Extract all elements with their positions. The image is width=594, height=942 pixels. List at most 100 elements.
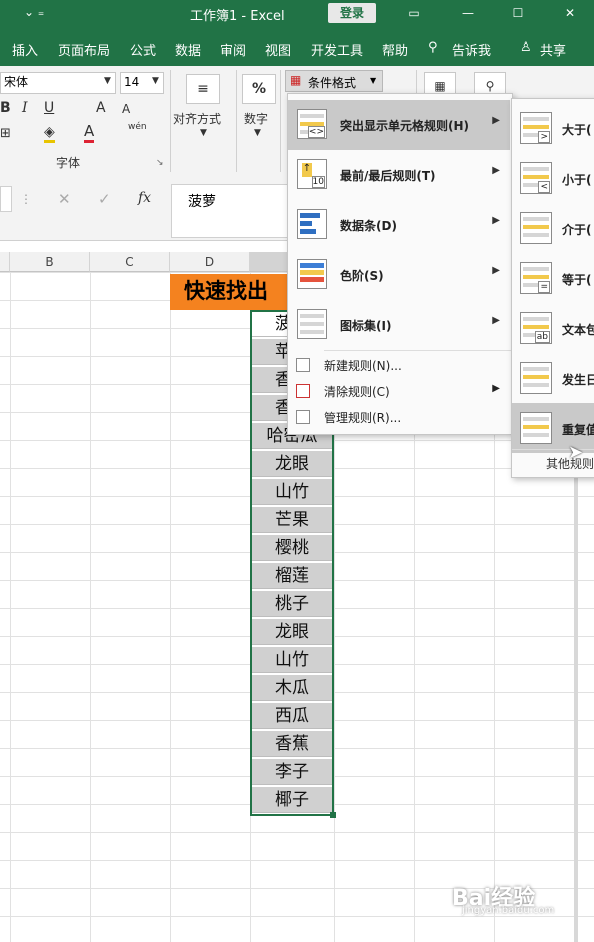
- column-header-a[interactable]: [0, 252, 10, 272]
- underline-button[interactable]: U: [44, 100, 54, 116]
- rule-icon: [520, 412, 552, 444]
- window-title: 工作簿1 - Excel: [190, 9, 285, 24]
- formula-value: 菠萝: [188, 194, 216, 210]
- chevron-right-icon: ▶: [492, 115, 500, 126]
- conditional-format-button[interactable]: ▦ 条件格式 ▼: [285, 70, 383, 92]
- ribbon-display-options-icon[interactable]: ▭: [402, 4, 426, 22]
- watermark-url: jingyan.baidu.com: [462, 905, 555, 916]
- cancel-icon[interactable]: ✕: [58, 190, 71, 208]
- menu-item-label: 新建规则(N)...: [324, 359, 402, 373]
- rule-symbol: =: [538, 281, 550, 293]
- restore-button[interactable]: ☐: [506, 4, 530, 22]
- rule-icon: <: [520, 162, 552, 194]
- tab-data[interactable]: 数据: [175, 40, 201, 59]
- chevron-down-icon[interactable]: ▼: [200, 128, 207, 138]
- new-rule-icon: [296, 358, 310, 372]
- search-icon[interactable]: ⚲: [428, 40, 438, 55]
- chevron-down-icon[interactable]: ▼: [254, 128, 261, 138]
- align-icon[interactable]: ≡: [186, 74, 220, 104]
- login-button[interactable]: 登录: [328, 3, 376, 23]
- dialog-launcher-icon[interactable]: ↘: [156, 158, 164, 168]
- minimize-button[interactable]: —: [456, 4, 480, 22]
- submenu-item[interactable]: < 小于(: [512, 153, 594, 203]
- fruit-cell[interactable]: 桃子: [251, 591, 333, 617]
- submenu-item[interactable]: > 大于(: [512, 103, 594, 153]
- menu-item-label: 清除规则(C): [324, 385, 390, 399]
- column-header-b[interactable]: B: [10, 252, 90, 272]
- fruit-cell[interactable]: 香蕉: [251, 731, 333, 757]
- highlight-rules-submenu: >大于(<小于(介于(=等于(ab文本包发生日重复值 其他规则: [511, 98, 594, 478]
- chevron-down-icon: ▼: [370, 76, 377, 85]
- font-name-select[interactable]: 宋体: [0, 72, 116, 94]
- menu-item-color-scales[interactable]: 色阶(S) ▶: [288, 250, 510, 300]
- increase-font-button[interactable]: A: [96, 100, 106, 116]
- close-button[interactable]: ✕: [558, 4, 582, 22]
- bold-button[interactable]: B: [0, 100, 11, 116]
- fruit-cell[interactable]: 龙眼: [251, 451, 333, 477]
- menu-item-top-bottom[interactable]: ↑ 10 最前/最后规则(T) ▶: [288, 150, 510, 200]
- rule-icon: ab: [520, 312, 552, 344]
- phonetic-icon[interactable]: wén: [128, 122, 147, 132]
- column-header-d[interactable]: D: [170, 252, 250, 272]
- font-group-label: 字体: [56, 156, 81, 170]
- submenu-item-label: 发生日: [562, 373, 594, 387]
- fruit-cell[interactable]: 李子: [251, 759, 333, 785]
- fruit-cell[interactable]: 椰子: [251, 787, 333, 813]
- tab-developer[interactable]: 开发工具: [311, 40, 363, 59]
- fruit-cell[interactable]: 榴莲: [251, 563, 333, 589]
- tell-me-box[interactable]: 告诉我: [452, 40, 491, 59]
- share-button[interactable]: 共享: [540, 40, 566, 59]
- font-color-icon[interactable]: A: [84, 122, 95, 143]
- column-header-c[interactable]: C: [90, 252, 170, 272]
- align-label[interactable]: 对齐方式: [173, 110, 221, 127]
- fruit-cell[interactable]: 樱桃: [251, 535, 333, 561]
- italic-button[interactable]: I: [22, 100, 28, 116]
- submenu-item[interactable]: 发生日: [512, 353, 594, 403]
- rule-symbol: <: [538, 181, 550, 193]
- tab-help[interactable]: 帮助: [382, 40, 408, 59]
- fill-color-icon[interactable]: ◈: [44, 124, 55, 143]
- tab-page-layout[interactable]: 页面布局: [58, 40, 110, 59]
- submenu-item[interactable]: = 等于(: [512, 253, 594, 303]
- menu-item-highlight-rules[interactable]: <> 突出显示单元格规则(H) ▶: [288, 100, 510, 150]
- decrease-font-button[interactable]: A: [122, 102, 130, 116]
- conditional-format-label: 条件格式: [308, 76, 357, 90]
- title-bar: ⌄ ₌ 工作簿1 - Excel 登录 ▭ — ☐ ✕: [0, 0, 594, 28]
- name-box[interactable]: [0, 186, 12, 212]
- rule-icon: [520, 362, 552, 394]
- clear-rules-icon: [296, 384, 310, 398]
- menu-item-new-rule[interactable]: 新建规则(N)...: [288, 352, 510, 378]
- submenu-item-label: 文本包: [562, 323, 594, 337]
- fruit-cell[interactable]: 龙眼: [251, 619, 333, 645]
- chevron-right-icon: ▶: [492, 383, 500, 394]
- submenu-item[interactable]: 介于(: [512, 203, 594, 253]
- tab-formulas[interactable]: 公式: [130, 40, 156, 59]
- conditional-format-menu: <> 突出显示单元格规则(H) ▶ ↑ 10 最前/最后规则(T) ▶ 数据条(…: [287, 93, 513, 435]
- fruit-cell[interactable]: 芒果: [251, 507, 333, 533]
- menu-item-label: 图标集(I): [340, 319, 392, 333]
- conditional-format-icon: ▦: [290, 73, 302, 87]
- menu-item-manage-rules[interactable]: 管理规则(R)...: [288, 404, 510, 430]
- enter-icon[interactable]: ✓: [98, 190, 111, 208]
- tab-review[interactable]: 审阅: [220, 40, 246, 59]
- chevron-down-icon[interactable]: ▼: [152, 76, 159, 86]
- menu-item-label: 最前/最后规则(T): [340, 169, 436, 183]
- insert-function-button[interactable]: fx: [138, 190, 151, 206]
- border-icon[interactable]: ⊞: [0, 126, 11, 141]
- menu-item-clear-rules[interactable]: 清除规则(C) ▶: [288, 378, 510, 404]
- fruit-cell[interactable]: 山竹: [251, 647, 333, 673]
- number-label[interactable]: 数字: [244, 110, 268, 127]
- fruit-cell[interactable]: 山竹: [251, 479, 333, 505]
- tab-insert[interactable]: 插入: [12, 40, 38, 59]
- submenu-item[interactable]: ab 文本包: [512, 303, 594, 353]
- menu-item-data-bars[interactable]: 数据条(D) ▶: [288, 200, 510, 250]
- tab-view[interactable]: 视图: [265, 40, 291, 59]
- quick-access-toolbar[interactable]: ⌄ ₌: [24, 5, 44, 19]
- chevron-right-icon: ▶: [492, 315, 500, 326]
- menu-item-label: 数据条(D): [340, 219, 397, 233]
- fruit-cell[interactable]: 西瓜: [251, 703, 333, 729]
- chevron-down-icon[interactable]: ▼: [104, 76, 111, 86]
- percent-icon[interactable]: %: [242, 74, 276, 104]
- fruit-cell[interactable]: 木瓜: [251, 675, 333, 701]
- menu-item-icon-sets[interactable]: 图标集(I) ▶: [288, 300, 510, 350]
